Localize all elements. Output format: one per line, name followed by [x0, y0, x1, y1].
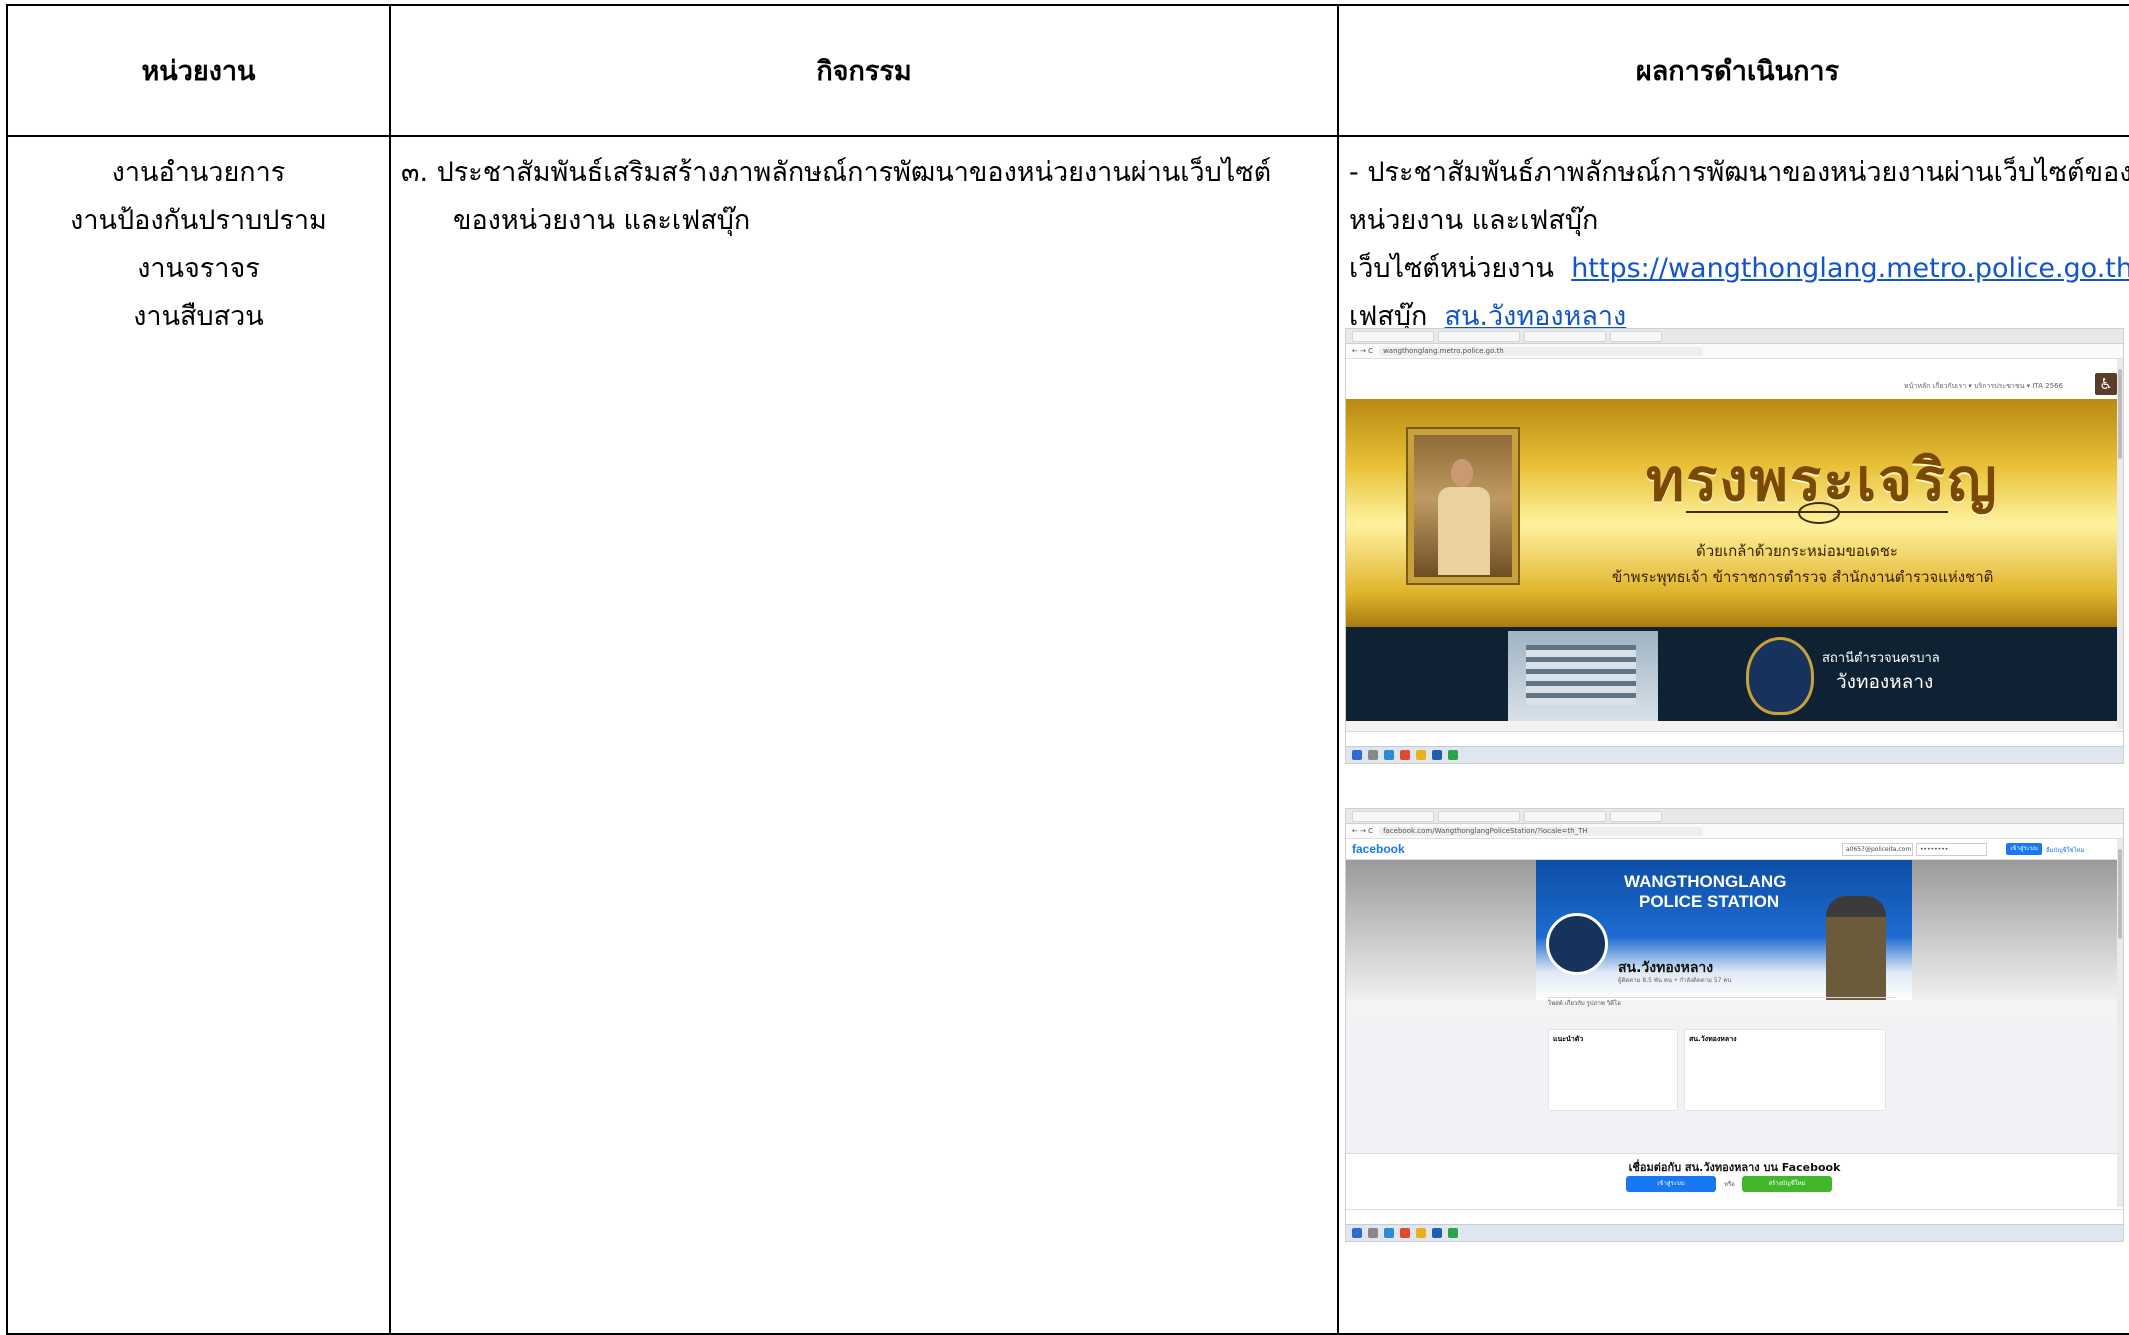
browser-tab [1524, 330, 1606, 342]
facebook-content: แนะนำตัว สน.วังทองหลาง [1346, 1023, 2123, 1153]
browser-tabs [1346, 329, 2123, 344]
address-bar: ← → C facebook.com/WangthonglangPoliceSt… [1346, 824, 2123, 839]
connect-text: เชื่อมต่อกับ สน.วังทองหลาง บน Facebook [1628, 1161, 1841, 1174]
nav-arrows-icon: ← → C [1352, 827, 1374, 835]
facebook-header: facebook a0657@policeita.com •••••••• เข… [1346, 839, 2123, 860]
nav-arrows-icon: ← → C [1352, 347, 1374, 355]
edge-icon [1384, 1228, 1394, 1238]
police-emblem-icon [1746, 637, 1814, 715]
edge-icon [1384, 750, 1394, 760]
login-button: เข้าสู่ระบบ [2006, 843, 2042, 855]
post-author: สน.วังทองหลาง [1689, 1035, 1737, 1043]
chrome-icon [1400, 1228, 1410, 1238]
download-bar [1346, 1209, 2123, 1224]
building-image [1508, 631, 1658, 721]
email-field: a0657@policeita.com [1842, 843, 1913, 856]
unit-item: งานอำนวยการ [111, 157, 286, 188]
windows-icon [1352, 750, 1362, 760]
chrome-icon [1400, 750, 1410, 760]
app-icon [1448, 750, 1458, 760]
profile-emblem-icon [1546, 913, 1608, 975]
browser-tab [1610, 330, 1662, 342]
activity-line: ของหน่วยงาน และเฟสบุ๊ก [453, 205, 751, 236]
post-card: สน.วังทองหลาง [1684, 1029, 1886, 1111]
header-result: ผลการดำเนินการ [1337, 4, 2129, 137]
header-activity: กิจกรรม [389, 4, 1339, 137]
site-menu: หน้าหลัก เกี่ยวกับเรา ▾ บริการประชาชน ▾ … [1904, 382, 2063, 390]
folder-icon [1416, 1228, 1426, 1238]
website-link[interactable]: https://wangthonglang.metro.police.go.th [1571, 253, 2129, 284]
download-bar [1346, 731, 2123, 746]
unit-item: งานจราจร [137, 253, 260, 284]
browser-tabs [1346, 809, 2123, 824]
browser-tab [1438, 810, 1520, 822]
website-screenshot: ← → C wangthonglang.metro.police.go.th ห… [1345, 328, 2124, 764]
facebook-logo: facebook [1352, 842, 1405, 856]
unit-cell: งานอำนวยการ งานป้องกันปราบปราม งานจราจร … [6, 135, 391, 1335]
app-icon [1448, 1228, 1458, 1238]
forgot-link: ลืมบัญชีใช่ไหม [2046, 847, 2085, 854]
address-bar: ← → C wangthonglang.metro.police.go.th [1346, 344, 2123, 359]
taskbar [1346, 746, 2123, 763]
url-field: wangthonglang.metro.police.go.th [1379, 346, 1704, 356]
cover-area: WANGTHONGLANG POLICE STATION [1346, 860, 2123, 1000]
facebook-screenshot: ← → C facebook.com/WangthonglangPoliceSt… [1345, 808, 2124, 1242]
station-line: สถานีตำรวจนครบาล [1822, 651, 1940, 666]
banner-line: ข้าพระพุทธเจ้า ข้าราชการตำรวจ สำนักงานตำ… [1612, 568, 1994, 586]
password-field: •••••••• [1916, 843, 1987, 856]
cover-line: WANGTHONGLANG [1624, 872, 1787, 891]
connect-login-button: เข้าสู่ระบบ [1626, 1176, 1716, 1192]
windows-icon [1352, 1228, 1362, 1238]
cover-line: POLICE STATION [1639, 892, 1780, 911]
search-icon [1368, 750, 1378, 760]
banner-line: ด้วยเกล้าด้วยกระหม่อมขอเดชะ [1696, 542, 1898, 560]
website-label: เว็บไซต์หน่วยงาน [1349, 253, 1555, 284]
activity-cell: ๓. ประชาสัมพันธ์เสริมสร้างภาพลักษณ์การพั… [389, 135, 1339, 1335]
portrait-image [1408, 429, 1518, 583]
connect-or: หรือ [1724, 1181, 1735, 1188]
site-header: หน้าหลัก เกี่ยวกับเรา ▾ บริการประชาชน ▾ … [1346, 359, 2123, 399]
accessibility-icon: ♿ [2095, 373, 2117, 395]
officer-image [1826, 896, 1886, 1000]
unit-item: งานป้องกันปราบปราม [70, 205, 327, 236]
page-tabs: โพสต์ เกี่ยวกับ รูปภาพ วิดีโอ [1548, 997, 1896, 1012]
header-row: หน่วยงาน กิจกรรม ผลการดำเนินการ [6, 4, 2129, 137]
royal-banner: ทรงพระเจริญ ด้วยเกล้าด้วยกระหม่อมขอเดชะ … [1346, 399, 2123, 627]
connect-signup-button: สร้างบัญชีใหม่ [1742, 1176, 1832, 1192]
header-unit: หน่วยงาน [6, 4, 391, 137]
browser-tab [1524, 810, 1606, 822]
url-field: facebook.com/WangthonglangPoliceStation/… [1379, 826, 1704, 836]
scrollbar [2117, 359, 2123, 729]
intro-card: แนะนำตัว [1548, 1029, 1678, 1111]
intro-title: แนะนำตัว [1553, 1035, 1584, 1043]
browser-tab [1438, 330, 1520, 342]
browser-tab [1352, 330, 1434, 342]
website-line: เว็บไซต์หน่วยงาน https://wangthonglang.m… [1349, 245, 2129, 293]
result-line: หน่วยงาน และเฟสบุ๊ก [1349, 205, 1599, 236]
word-icon [1432, 750, 1442, 760]
browser-tab [1610, 810, 1662, 822]
browser-tab [1352, 810, 1434, 822]
ornament-divider [1686, 502, 1948, 524]
station-banner: สถานีตำรวจนครบาล วังทองหลาง [1346, 627, 2123, 721]
folder-icon [1416, 750, 1426, 760]
taskbar [1346, 1224, 2123, 1241]
page-subtitle: ผู้ติดตาม 8.5 พัน คน • กำลังติดตาม 57 คน [1618, 977, 1732, 984]
search-icon [1368, 1228, 1378, 1238]
station-line: วังทองหลาง [1836, 671, 1934, 693]
word-icon [1432, 1228, 1442, 1238]
connect-bar: เชื่อมต่อกับ สน.วังทองหลาง บน Facebook เ… [1346, 1153, 2123, 1210]
result-line: - ประชาสัมพันธ์ภาพลักษณ์การพัฒนาของหน่วย… [1349, 157, 2129, 188]
unit-item: งานสืบสวน [133, 301, 264, 332]
activity-line: ๓. ประชาสัมพันธ์เสริมสร้างภาพลักษณ์การพั… [401, 157, 1272, 188]
scrollbar [2117, 839, 2123, 1207]
